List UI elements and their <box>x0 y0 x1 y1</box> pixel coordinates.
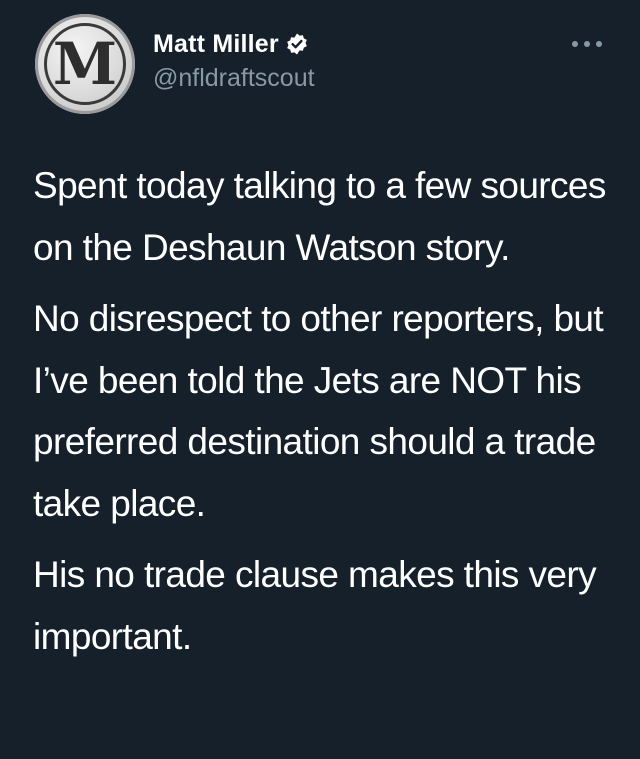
more-dots-icon[interactable] <box>569 34 605 54</box>
display-name[interactable]: Matt Miller <box>153 30 279 59</box>
handle[interactable]: @nfldraftscout <box>153 64 315 93</box>
tweet-header: M Matt Miller @nfldraftscout <box>35 14 605 114</box>
author-names: Matt Miller @nfldraftscout <box>153 28 315 93</box>
verified-badge-icon <box>287 33 307 55</box>
tweet-paragraph: His no trade clause makes this very impo… <box>33 554 597 657</box>
avatar[interactable]: M <box>35 14 135 114</box>
display-name-row: Matt Miller <box>153 28 315 60</box>
tweet-paragraph: No disrespect to other reporters, but I’… <box>33 298 604 524</box>
tweet-text: Spent today talking to a few sources on … <box>33 155 613 677</box>
avatar-logo-letter: M <box>52 30 118 98</box>
tweet-paragraph: Spent today talking to a few sources on … <box>33 165 606 268</box>
tweet-card: M Matt Miller @nfldraftscout Spent today… <box>0 0 640 759</box>
